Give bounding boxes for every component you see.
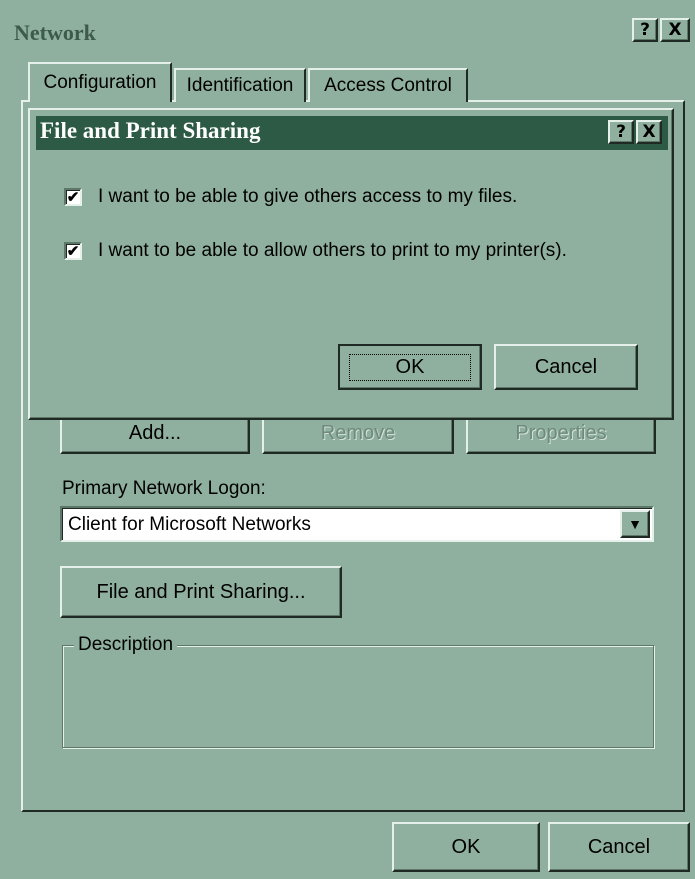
remove-button-label: Remove [320, 421, 396, 444]
window-title: Network [14, 20, 96, 45]
description-group [62, 645, 654, 748]
description-label: Description [74, 634, 178, 656]
tab-configuration[interactable]: Configuration [28, 62, 172, 102]
dialog-ok-button[interactable]: OK [338, 344, 482, 390]
dialog-help-button[interactable]: ? [608, 120, 634, 144]
add-button-label: Add... [128, 421, 182, 444]
help-button[interactable]: ? [632, 18, 658, 42]
primary-logon-value: Client for Microsoft Networks [68, 514, 311, 535]
dialog-ok-label: OK [348, 353, 472, 381]
properties-button-label: Properties [515, 421, 607, 444]
close-icon: X [668, 20, 682, 40]
tab-configuration-label: Configuration [43, 72, 157, 93]
tab-access-control[interactable]: Access Control [308, 68, 468, 102]
cancel-button-label: Cancel [587, 835, 651, 858]
help-icon: ? [640, 20, 650, 40]
ok-button-label: OK [451, 835, 481, 858]
tab-access-control-label: Access Control [324, 75, 452, 96]
file-print-sharing-button[interactable]: File and Print Sharing... [60, 566, 342, 618]
cancel-button[interactable]: Cancel [548, 822, 690, 872]
ok-button[interactable]: OK [392, 822, 540, 872]
dialog-cancel-button[interactable]: Cancel [494, 344, 638, 390]
close-button[interactable]: X [660, 18, 690, 42]
checkmark-icon: ✔ [66, 188, 80, 206]
share-printers-checkbox[interactable]: ✔ [64, 242, 82, 260]
tab-identification-label: Identification [186, 75, 294, 96]
share-printers-label: I want to be able to allow others to pri… [98, 240, 567, 261]
share-files-checkbox[interactable]: ✔ [64, 188, 82, 206]
dropdown-button[interactable]: ▼ [620, 510, 650, 538]
dialog-close-button[interactable]: X [636, 120, 662, 144]
dialog-cancel-label: Cancel [534, 355, 598, 378]
primary-logon-label: Primary Network Logon: [62, 478, 266, 499]
share-files-label: I want to be able to give others access … [98, 186, 518, 207]
help-icon: ? [616, 122, 626, 142]
close-icon: X [642, 122, 656, 142]
tab-identification[interactable]: Identification [174, 68, 306, 102]
checkmark-icon: ✔ [66, 242, 80, 260]
dialog-title: File and Print Sharing [40, 118, 261, 143]
file-print-sharing-label: File and Print Sharing... [96, 580, 306, 603]
chevron-down-icon: ▼ [628, 516, 642, 532]
